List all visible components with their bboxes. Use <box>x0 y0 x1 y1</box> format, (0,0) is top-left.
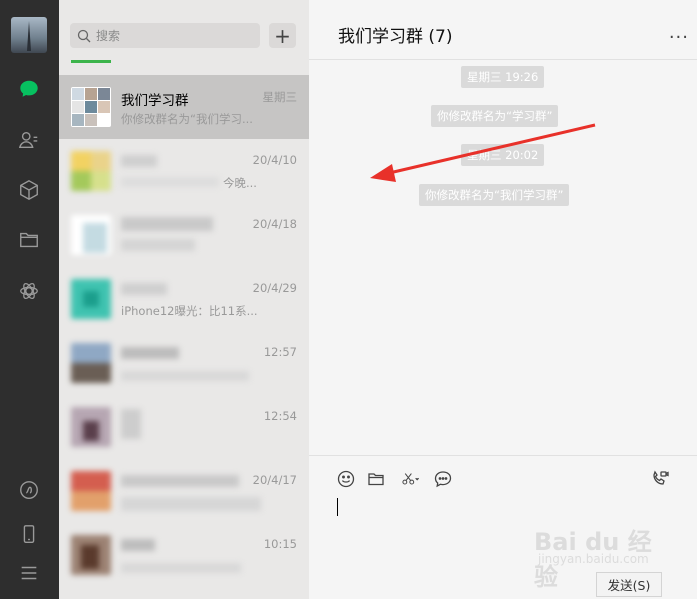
chat-time: 星期三 <box>262 90 298 104</box>
add-button[interactable]: + <box>269 23 296 48</box>
chat-preview: 你修改群名为“我们学习... <box>121 112 253 126</box>
chat-time: 20/4/29 <box>252 281 297 295</box>
contact-avatar <box>71 215 111 255</box>
chat-icon[interactable] <box>16 76 42 102</box>
list-item[interactable]: 10:15 <box>59 523 309 587</box>
blurred-preview <box>121 371 249 381</box>
contacts-icon[interactable] <box>16 127 42 153</box>
list-item[interactable]: 20/4/10 今晚... <box>59 139 309 203</box>
user-avatar[interactable] <box>11 17 47 53</box>
favorites-icon[interactable] <box>16 177 42 203</box>
system-message: 你修改群名为“学习群” <box>431 105 559 127</box>
phone-icon[interactable] <box>16 521 42 547</box>
time-stamp: 星期三 19:26 <box>461 66 545 88</box>
blurred-name <box>121 475 239 487</box>
moments-icon[interactable] <box>16 278 42 304</box>
text-cursor <box>337 498 338 516</box>
more-button[interactable]: ... <box>669 24 689 42</box>
emoji-icon[interactable] <box>335 468 357 490</box>
chat-time: 10:15 <box>263 537 297 551</box>
scissors-icon[interactable] <box>397 468 425 490</box>
folder-icon[interactable] <box>365 468 387 490</box>
blurred-name <box>121 539 155 551</box>
blurred-name <box>121 409 141 439</box>
chat-bubble-icon[interactable] <box>432 468 454 490</box>
watermark-sub: jingyan.baidu.com <box>538 552 649 566</box>
blurred-name <box>121 217 213 231</box>
message-area: 星期三 19:26 你修改群名为“学习群” 星期三 20:02 你修改群名为“我… <box>309 61 697 455</box>
menu-icon[interactable] <box>16 560 42 586</box>
list-item[interactable]: 20/4/17 <box>59 459 309 523</box>
blurred-name <box>121 347 179 359</box>
blurred-preview <box>121 177 219 187</box>
baidu-watermark: Bai du 经验 jingyan.baidu.com <box>534 522 674 591</box>
contact-avatar <box>71 343 111 383</box>
chat-name: 我们学习群 <box>121 93 189 109</box>
files-icon[interactable] <box>16 227 42 253</box>
chat-time: 20/4/18 <box>252 217 297 231</box>
blurred-name <box>121 283 167 295</box>
chat-header: 我们学习群 (7) ... <box>309 0 697 60</box>
contact-avatar <box>71 471 111 511</box>
chat-time: 12:57 <box>263 345 297 359</box>
chat-time: 20/4/17 <box>252 473 297 487</box>
list-item[interactable]: 我们学习群 星期三 你修改群名为“我们学习... <box>59 75 309 139</box>
list-item[interactable]: 12:54 <box>59 395 309 459</box>
contact-avatar <box>71 407 111 447</box>
blurred-name <box>121 155 157 167</box>
blurred-preview <box>121 563 241 573</box>
list-item[interactable]: 20/4/29 iPhone12曝光：比11系... <box>59 267 309 331</box>
system-message: 你修改群名为“我们学习群” <box>419 184 570 206</box>
chat-preview: 今晚... <box>223 176 257 190</box>
video-call-icon[interactable] <box>649 468 671 490</box>
chat-time: 12:54 <box>263 409 297 423</box>
contact-avatar <box>71 151 111 191</box>
time-stamp: 星期三 20:02 <box>461 144 545 166</box>
chat-title: 我们学习群 (7) <box>338 27 453 47</box>
contact-avatar <box>71 535 111 575</box>
chat-preview: iPhone12曝光：比11系... <box>121 304 258 318</box>
contact-avatar <box>71 279 111 319</box>
list-item[interactable]: 12:57 <box>59 331 309 395</box>
left-nav <box>0 0 59 599</box>
miniprogram-icon[interactable] <box>16 477 42 503</box>
chat-panel: 我们学习群 (7) ... 星期三 19:26 你修改群名为“学习群” 星期三 … <box>309 0 697 599</box>
blurred-preview <box>121 239 195 251</box>
search-icon <box>77 29 91 42</box>
search-input[interactable] <box>96 28 256 43</box>
blurred-preview <box>121 497 261 511</box>
list-item[interactable]: 20/4/18 <box>59 203 309 267</box>
list-top-strip <box>59 60 309 64</box>
chat-list: + 我们学习群 星期三 你修改群名为“我们学习... 20/4/10 今晚... <box>59 0 309 599</box>
chat-time: 20/4/10 <box>252 153 297 167</box>
group-avatar <box>71 87 111 127</box>
accent-strip <box>71 60 111 63</box>
search-box[interactable] <box>70 23 260 48</box>
